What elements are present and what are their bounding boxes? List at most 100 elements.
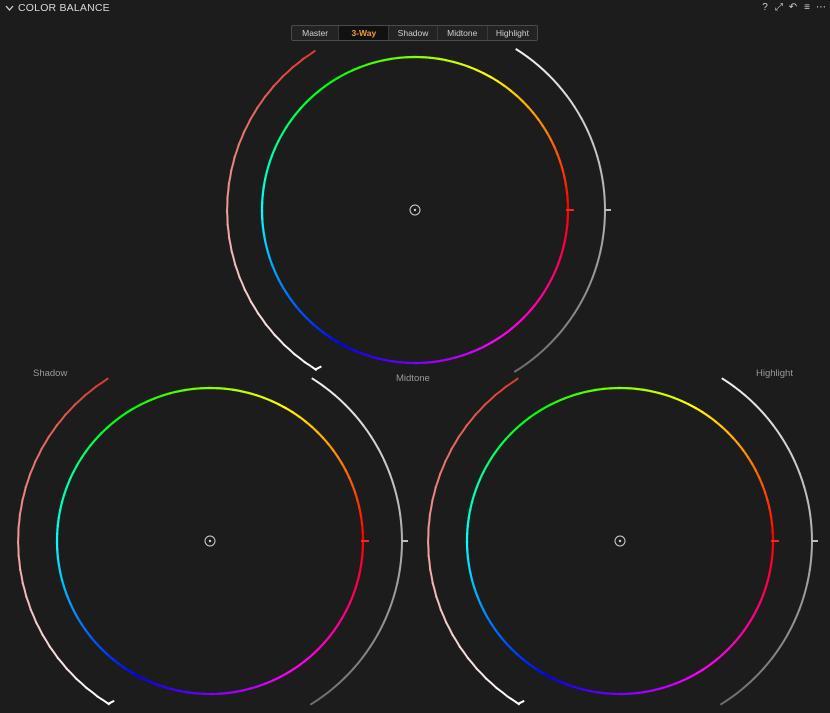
midtone-wheel[interactable]	[226, 48, 611, 373]
brightness-arc[interactable]	[806, 499, 812, 516]
saturation-arc[interactable]	[506, 695, 521, 706]
brightness-arc[interactable]	[591, 263, 599, 280]
brightness-arc[interactable]	[396, 568, 401, 585]
saturation-arc[interactable]	[226, 223, 231, 239]
saturation-arc[interactable]	[28, 459, 37, 476]
brightness-arc[interactable]	[595, 250, 602, 267]
saturation-arc[interactable]	[25, 595, 32, 611]
brightness-arc[interactable]	[555, 324, 567, 338]
brightness-arc[interactable]	[808, 554, 813, 571]
brightness-arc[interactable]	[579, 289, 589, 305]
brightness-arc[interactable]	[369, 435, 380, 450]
saturation-arc[interactable]	[55, 413, 67, 427]
saturation-arc[interactable]	[73, 393, 87, 406]
brightness-arc[interactable]	[399, 513, 403, 529]
saturation-arc[interactable]	[457, 424, 469, 439]
saturation-arc[interactable]	[435, 595, 442, 611]
brightness-arc[interactable]	[752, 667, 765, 680]
brightness-arc[interactable]	[361, 424, 373, 438]
brightness-arc[interactable]	[309, 695, 324, 706]
brightness-arc[interactable]	[792, 608, 801, 624]
brightness-arc[interactable]	[565, 94, 576, 109]
brightness-arc[interactable]	[369, 633, 379, 648]
brightness-arc[interactable]	[342, 667, 355, 680]
brightness-arc[interactable]	[719, 695, 734, 706]
saturation-arc[interactable]	[450, 435, 461, 450]
brightness-arc[interactable]	[513, 362, 528, 373]
brightness-arc[interactable]	[771, 424, 783, 438]
saturation-arc[interactable]	[256, 312, 268, 326]
brightness-arc[interactable]	[770, 645, 782, 660]
brightness-arc[interactable]	[388, 595, 395, 611]
brightness-arc[interactable]	[721, 377, 736, 388]
brightness-arc[interactable]	[360, 645, 372, 660]
brightness-arc[interactable]	[526, 55, 540, 67]
saturation-arc[interactable]	[242, 118, 252, 133]
saturation-arc[interactable]	[64, 403, 77, 416]
saturation-arc[interactable]	[444, 447, 453, 463]
saturation-arc[interactable]	[65, 667, 78, 680]
brightness-arc[interactable]	[786, 621, 796, 637]
saturation-arc[interactable]	[34, 621, 44, 636]
brightness-arc[interactable]	[332, 677, 346, 690]
shadow-wheel[interactable]	[17, 377, 408, 706]
brightness-arc[interactable]	[793, 459, 802, 476]
brightness-arc[interactable]	[353, 413, 365, 427]
brightness-arc[interactable]	[586, 129, 595, 145]
saturation-arc[interactable]	[237, 130, 246, 146]
saturation-arc[interactable]	[427, 540, 430, 557]
brightness-arc[interactable]	[398, 554, 403, 571]
brightness-arc[interactable]	[763, 413, 775, 427]
brightness-arc[interactable]	[535, 344, 549, 357]
brightness-arc[interactable]	[377, 447, 386, 463]
saturation-arc[interactable]	[233, 263, 241, 279]
brightness-arc[interactable]	[322, 385, 337, 397]
highlight-wheel[interactable]	[427, 377, 818, 706]
brightness-arc[interactable]	[779, 633, 789, 648]
saturation-arc[interactable]	[17, 540, 20, 557]
saturation-arc[interactable]	[238, 276, 247, 291]
brightness-arc[interactable]	[556, 83, 568, 97]
brightness-arc[interactable]	[743, 393, 757, 406]
saturation-arc[interactable]	[17, 554, 22, 571]
brightness-arc[interactable]	[564, 313, 575, 328]
brightness-arc[interactable]	[599, 168, 605, 185]
brightness-arc[interactable]	[333, 393, 347, 406]
brightness-arc[interactable]	[382, 608, 391, 624]
saturation-arc[interactable]	[427, 527, 430, 543]
saturation-arc[interactable]	[17, 527, 20, 543]
brightness-arc[interactable]	[810, 527, 813, 543]
brightness-arc[interactable]	[601, 223, 606, 240]
saturation-arc[interactable]	[243, 288, 253, 303]
brightness-arc[interactable]	[603, 209, 606, 226]
saturation-arc[interactable]	[282, 343, 296, 356]
brightness-arc[interactable]	[393, 485, 399, 502]
brightness-arc[interactable]	[311, 377, 326, 388]
saturation-arc[interactable]	[56, 656, 68, 670]
brightness-arc[interactable]	[572, 301, 583, 316]
saturation-arc[interactable]	[226, 209, 229, 226]
brightness-arc[interactable]	[352, 656, 364, 670]
saturation-arc[interactable]	[292, 352, 307, 364]
brightness-arc[interactable]	[321, 686, 335, 698]
saturation-arc[interactable]	[429, 568, 434, 585]
saturation-arc[interactable]	[227, 236, 233, 253]
brightness-arc[interactable]	[732, 385, 747, 397]
saturation-arc[interactable]	[466, 656, 478, 670]
brightness-arc[interactable]	[591, 142, 599, 158]
saturation-arc[interactable]	[230, 156, 236, 172]
saturation-arc[interactable]	[484, 677, 498, 690]
brightness-arc[interactable]	[596, 155, 602, 171]
saturation-arc[interactable]	[281, 65, 295, 78]
brightness-arc[interactable]	[809, 513, 813, 529]
brightness-arc[interactable]	[400, 527, 403, 543]
saturation-arc[interactable]	[427, 554, 432, 571]
saturation-arc[interactable]	[475, 667, 488, 680]
saturation-arc[interactable]	[24, 472, 32, 489]
saturation-arc[interactable]	[302, 49, 316, 61]
saturation-arc[interactable]	[249, 300, 260, 315]
brightness-arc[interactable]	[742, 677, 756, 690]
saturation-arc[interactable]	[41, 633, 52, 648]
saturation-arc[interactable]	[40, 435, 51, 450]
saturation-arc[interactable]	[19, 568, 24, 585]
